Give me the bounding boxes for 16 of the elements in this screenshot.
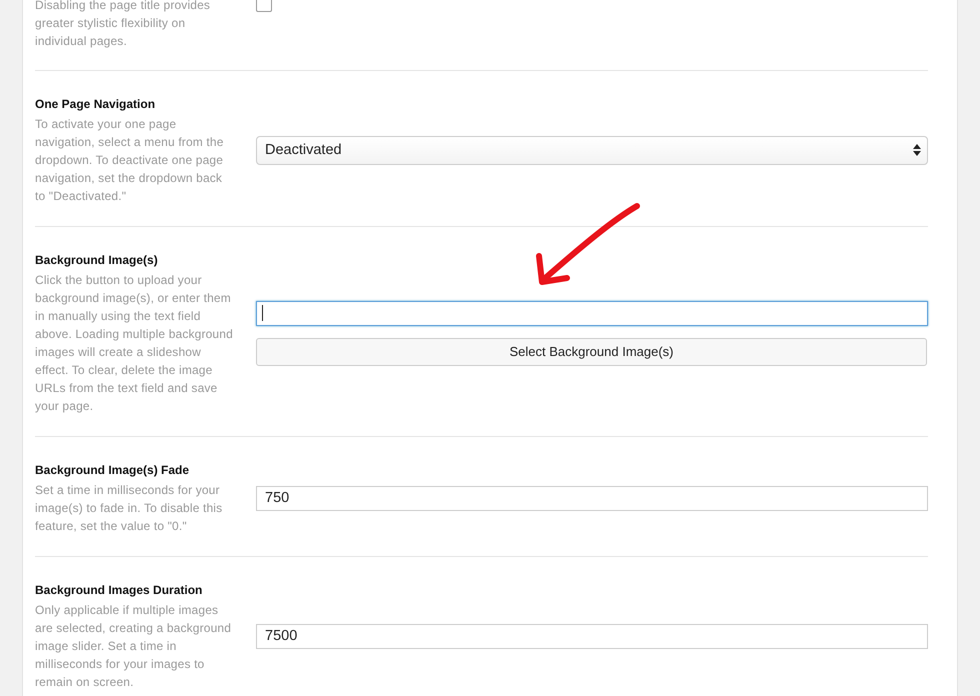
dropdown-arrows-icon [913,144,921,156]
input-field[interactable]: 750 [256,486,928,510]
input-field[interactable]: 7500 [256,624,928,648]
setting-description: Click the button to upload your background image(s), or enter them in manually using the text field above. Loading multiple background images will create a slideshow effect. To clear, delete the image URLs from the text field and save your page. [35,272,234,415]
checkbox[interactable] [256,0,272,12]
setting-description: Set a time in milliseconds for your image(s) to fade in. To disable this feature, set the value to "0." [35,482,224,535]
setting-description: Disabling the page title provides greater stylistic flexibility on individual pages. [35,0,212,50]
setting-description: To activate your one page navigation, select a menu from the dropdown. To deactivate one page navigation, set the dropdown back to "Deactivated." [35,116,225,205]
select-images-button[interactable]: Select Background Image(s) [256,338,927,366]
setting-description: Only applicable if multiple images are selected, creating a background image slider. Set a time in milliseconds for your images to remain on screen. [35,602,232,691]
image-url-field[interactable] [256,300,928,326]
setting-title: Background Image(s) Fade [35,462,190,479]
setting-title: Background Image(s) [35,252,159,269]
setting-title: Background Images Duration [35,582,204,599]
navigation-dropdown[interactable]: Deactivated [256,136,928,164]
setting-title: One Page Navigation [35,96,156,113]
